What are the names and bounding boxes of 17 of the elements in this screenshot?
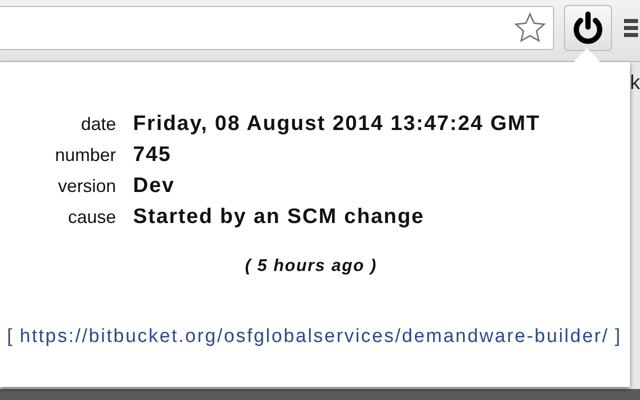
page-text: k	[630, 72, 640, 95]
field-value: 745	[133, 143, 172, 167]
bracket: ]	[614, 326, 622, 348]
power-button[interactable]	[564, 4, 612, 50]
field-value: Started by an SCM change	[133, 205, 426, 229]
field-label: version	[56, 175, 116, 198]
address-field[interactable]	[0, 6, 554, 50]
field-label: date	[80, 113, 116, 136]
build-link[interactable]: https://bitbucket.org/osfglobalservices/demandware-builder/	[20, 326, 609, 348]
field-label: cause	[66, 206, 116, 229]
bracket: [	[7, 326, 14, 348]
menu-icon[interactable]	[624, 16, 638, 38]
star-icon[interactable]	[514, 12, 546, 44]
field-value: Dev	[133, 174, 176, 198]
field-value: Friday, 08 August 2014 13:47:24 GMT	[133, 112, 542, 136]
field-label: number	[54, 144, 116, 167]
relative-time: ( 5 hours ago )	[244, 256, 378, 275]
